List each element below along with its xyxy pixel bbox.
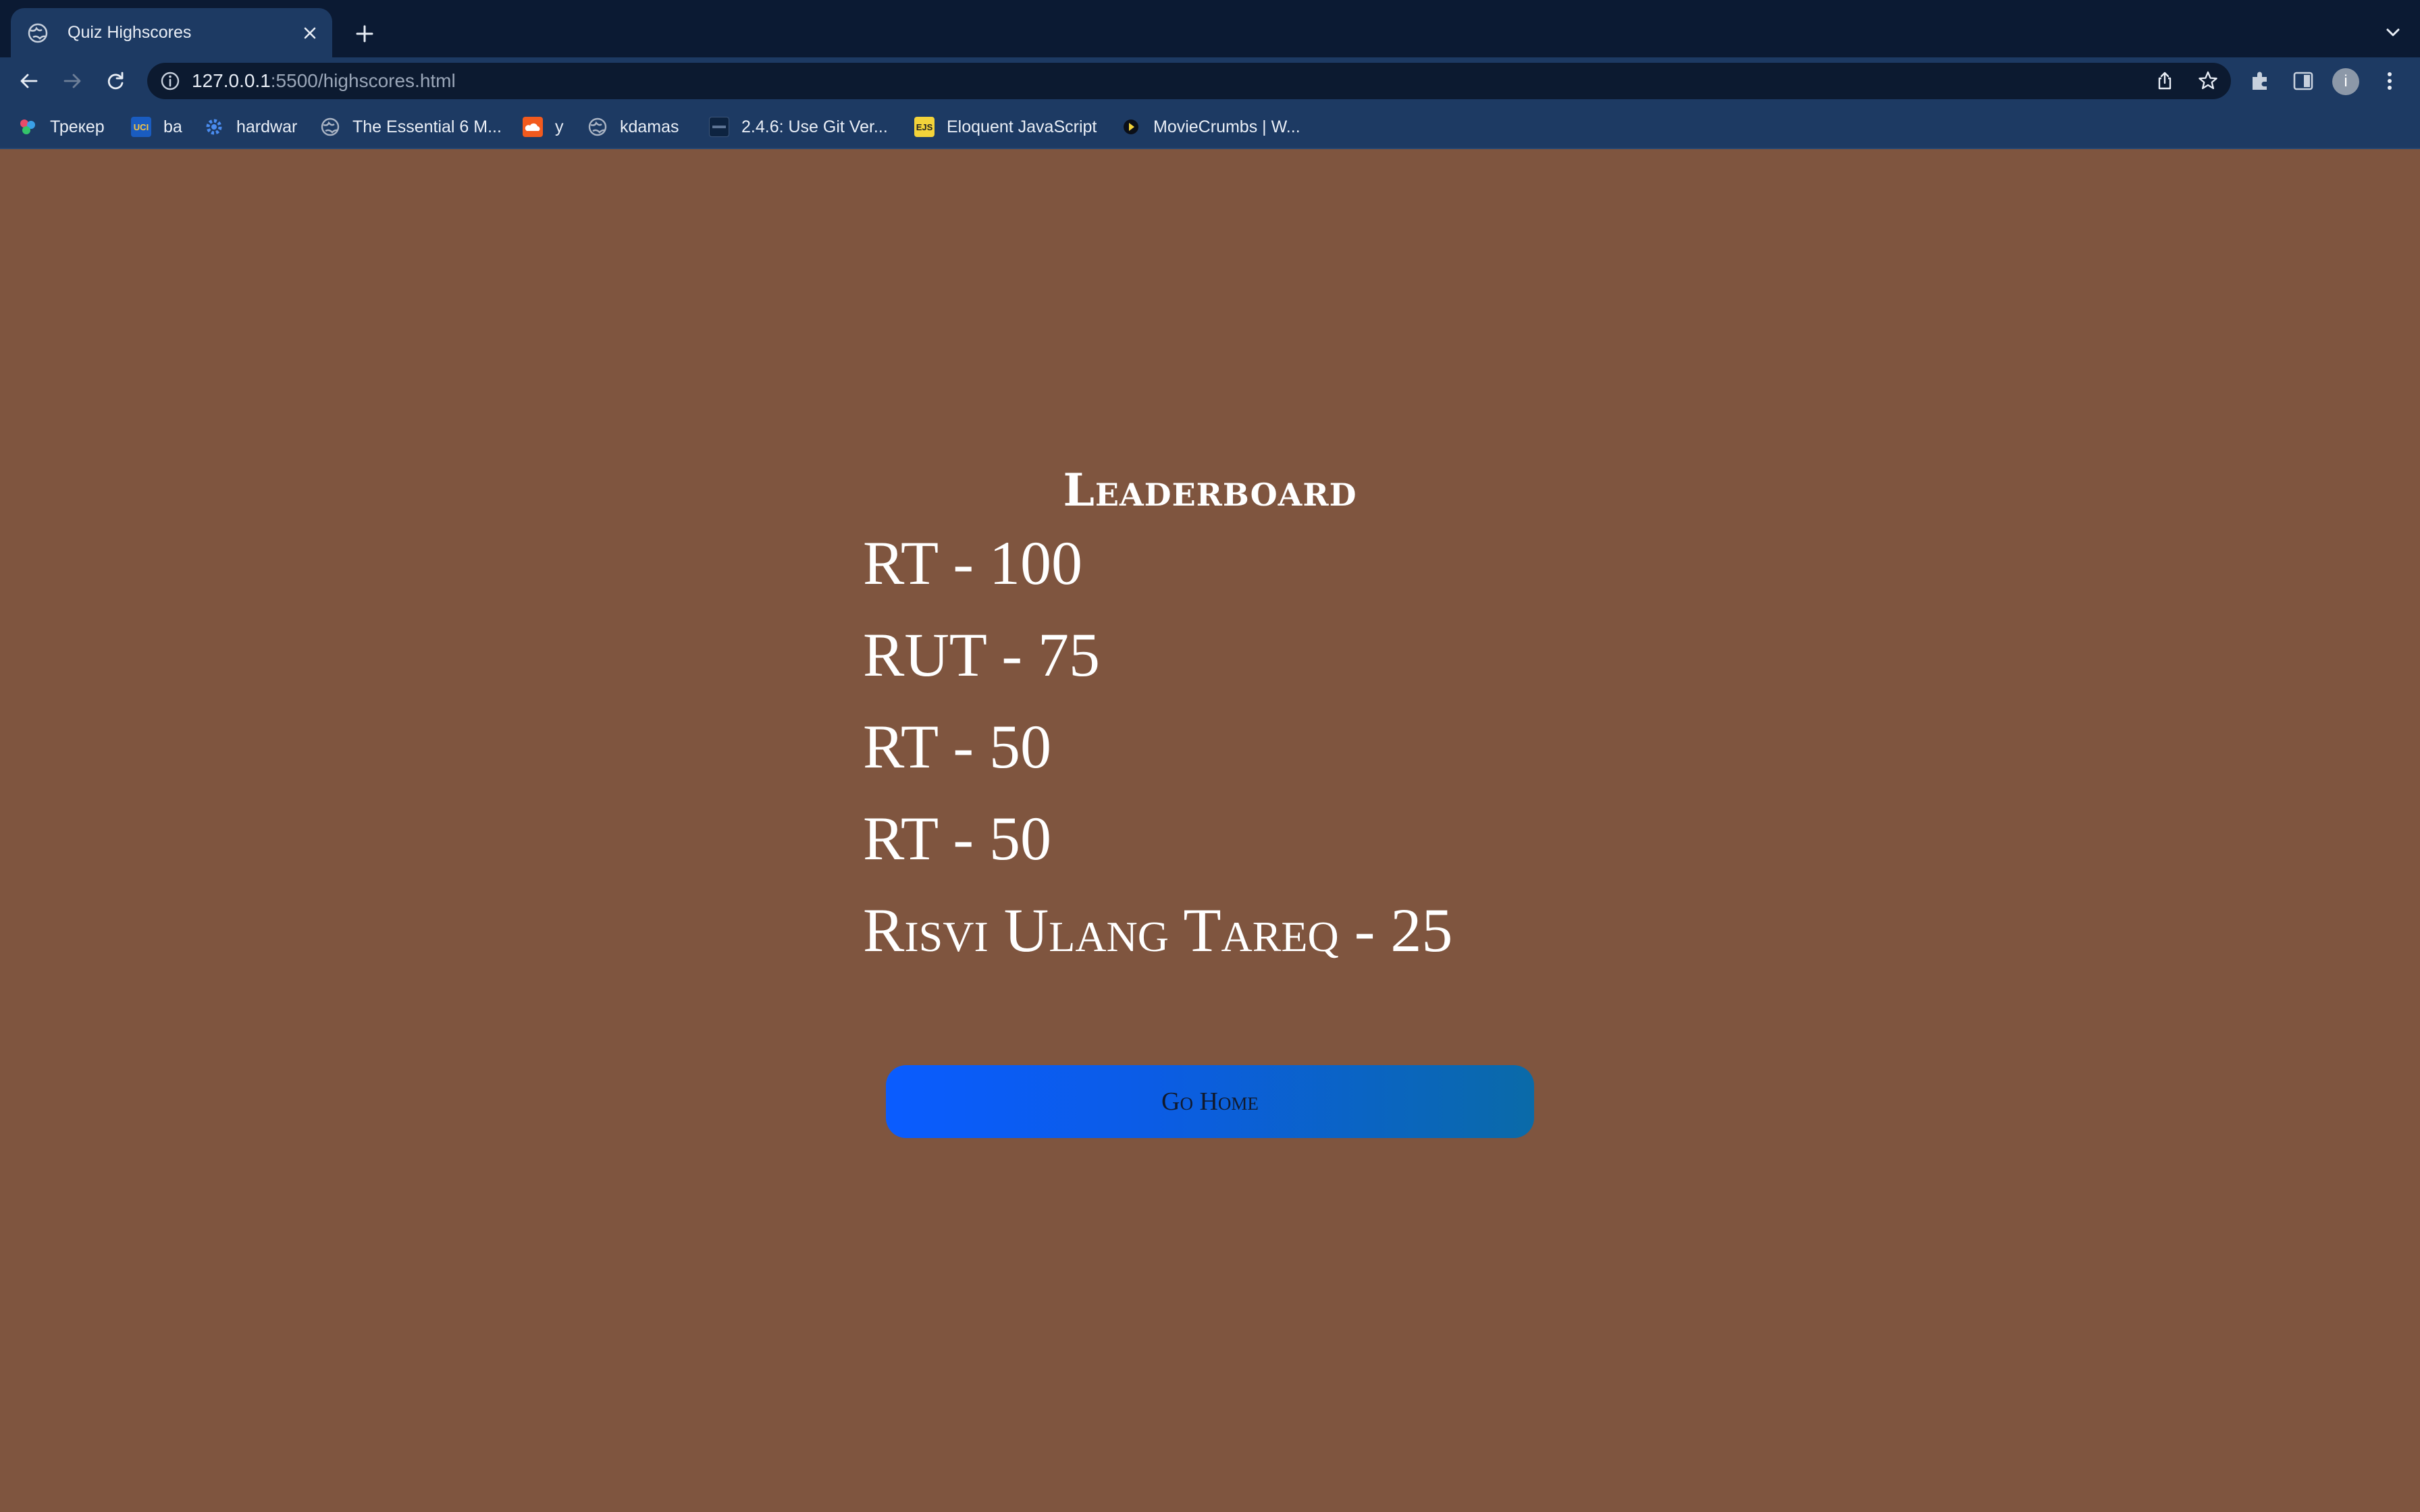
star-icon[interactable] xyxy=(2196,69,2220,93)
url-host: 127.0.0.1 xyxy=(192,70,271,91)
more-menu-icon[interactable] xyxy=(2375,67,2404,95)
arrow-right-icon xyxy=(63,74,81,88)
globe-icon xyxy=(27,22,49,44)
go-home-button[interactable]: Go Home xyxy=(886,1065,1534,1138)
list-item: RT - 100 xyxy=(863,529,1083,597)
bookmark-item[interactable]: y xyxy=(523,105,564,149)
tracker-icon xyxy=(18,117,38,137)
side-panel-icon[interactable] xyxy=(2289,67,2317,95)
list-item: RT - 50 xyxy=(863,712,1052,781)
extensions-icon[interactable] xyxy=(2246,67,2274,95)
globe-icon xyxy=(587,117,608,137)
tab-search-button[interactable] xyxy=(2379,19,2406,46)
url-path: :5500/highscores.html xyxy=(270,70,456,91)
list-item: RT - 50 xyxy=(863,804,1052,873)
site-icon xyxy=(709,117,729,137)
bookmark-item[interactable]: Трекер xyxy=(18,105,105,149)
ejs-icon: EJS xyxy=(914,117,935,137)
back-button[interactable] xyxy=(14,65,45,97)
browser-tab-active[interactable]: Quiz Highscores xyxy=(11,8,332,57)
bookmark-item[interactable]: UCI ba xyxy=(131,105,182,149)
bookmark-item[interactable]: 2.4.6: Use Git Ver... xyxy=(709,105,888,149)
url-text: 127.0.0.1:5500/highscores.html xyxy=(192,63,456,99)
uci-icon: UCI xyxy=(131,117,151,137)
soundcloud-icon xyxy=(523,117,543,137)
bookmark-item[interactable]: MovieCrumbs | W... xyxy=(1121,105,1300,149)
bookmark-item[interactable]: The Essential 6 M... xyxy=(320,105,502,149)
bookmark-item[interactable]: kdamas xyxy=(587,105,679,149)
share-icon[interactable] xyxy=(2153,69,2177,93)
tab-strip: Quiz Highscores xyxy=(0,0,2420,57)
gear-icon xyxy=(204,117,224,137)
bookmark-item[interactable]: hardwar xyxy=(204,105,297,149)
tab-title: Quiz Highscores xyxy=(68,23,192,42)
close-icon[interactable] xyxy=(297,20,323,46)
address-bar[interactable]: 127.0.0.1:5500/highscores.html xyxy=(147,63,2231,99)
chevron-down-icon xyxy=(2386,28,2400,36)
highscore-list: RT - 100 RUT - 75 RT - 50 RT - 50 Risvi … xyxy=(863,517,1808,976)
play-icon xyxy=(1121,117,1141,137)
reload-button[interactable] xyxy=(100,65,131,97)
reload-icon xyxy=(107,72,124,90)
bookmark-item[interactable]: EJS Eloquent JavaScript xyxy=(914,105,1097,149)
profile-avatar[interactable]: i xyxy=(2332,68,2359,95)
browser-toolbar: 127.0.0.1:5500/highscores.html i xyxy=(0,57,2420,105)
page-title: Leaderboard xyxy=(1063,464,1357,516)
list-item: RUT - 75 xyxy=(863,620,1100,689)
list-item: Risvi Ulang Tareq - 25 xyxy=(863,896,1453,965)
forward-button[interactable] xyxy=(57,65,88,97)
bookmarks-bar: Трекер UCI ba hardwar The Essential 6 M.… xyxy=(0,105,2420,149)
info-icon[interactable] xyxy=(159,70,181,92)
globe-icon xyxy=(320,117,340,137)
plus-icon xyxy=(356,25,373,43)
new-tab-button[interactable] xyxy=(348,18,381,50)
arrow-left-icon xyxy=(20,74,38,88)
page-content: Leaderboard RT - 100 RUT - 75 RT - 50 RT… xyxy=(0,149,2420,1512)
